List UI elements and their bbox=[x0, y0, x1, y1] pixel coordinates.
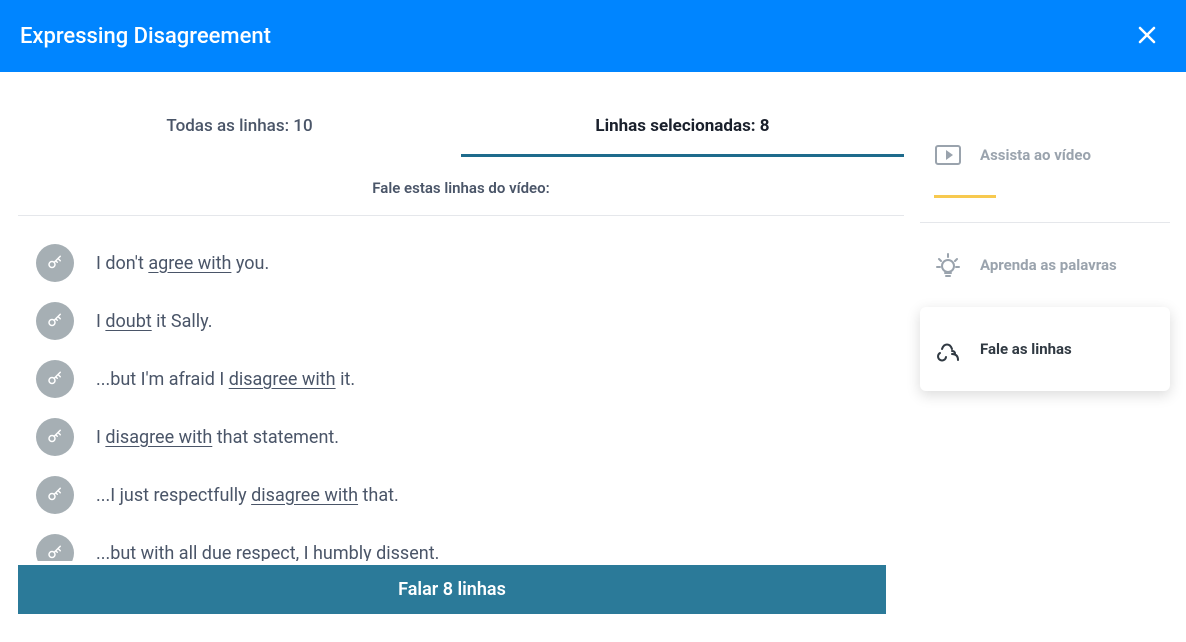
line-key-button[interactable] bbox=[36, 476, 74, 514]
sidebar-item-speak[interactable]: Fale as linhas bbox=[920, 307, 1170, 391]
tabs: Todas as linhas: 10 Linhas selecionadas:… bbox=[18, 102, 904, 157]
play-icon bbox=[934, 141, 962, 169]
close-icon bbox=[1138, 26, 1156, 44]
line-row: I doubt it Sally. bbox=[18, 292, 900, 350]
accent-underline bbox=[934, 195, 996, 198]
key-icon bbox=[46, 312, 64, 330]
speak-lines-button[interactable]: Falar 8 linhas bbox=[18, 565, 886, 614]
line-row: ...but I'm afraid I disagree with it. bbox=[18, 350, 900, 408]
tab-selected-lines[interactable]: Linhas selecionadas: 8 bbox=[461, 102, 904, 157]
sidebar: Assista ao vídeo Aprenda as palavras bbox=[904, 72, 1186, 642]
line-key-button[interactable] bbox=[36, 360, 74, 398]
modal-title: Expressing Disagreement bbox=[20, 24, 271, 49]
key-icon bbox=[46, 370, 64, 388]
line-text: I don't agree with you. bbox=[96, 253, 269, 274]
lines-list[interactable]: I don't agree with you. I doubt it Sally.… bbox=[18, 215, 904, 561]
line-key-button[interactable] bbox=[36, 418, 74, 456]
line-key-button[interactable] bbox=[36, 244, 74, 282]
sidebar-item-watch[interactable]: Assista ao vídeo bbox=[920, 112, 1170, 197]
key-icon bbox=[46, 428, 64, 446]
line-text: ...but I'm afraid I disagree with it. bbox=[96, 369, 355, 390]
sidebar-item-label: Assista ao vídeo bbox=[980, 146, 1091, 164]
lines-subtitle: Fale estas linhas do vídeo: bbox=[18, 157, 904, 215]
line-row: ...I just respectfully disagree with tha… bbox=[18, 466, 900, 524]
line-key-button[interactable] bbox=[36, 302, 74, 340]
sidebar-item-label: Aprenda as palavras bbox=[980, 256, 1117, 274]
line-text: I doubt it Sally. bbox=[96, 311, 212, 332]
line-row: I disagree with that statement. bbox=[18, 408, 900, 466]
sidebar-item-label: Fale as linhas bbox=[980, 340, 1072, 358]
key-icon bbox=[46, 544, 64, 561]
line-key-button[interactable] bbox=[36, 534, 74, 561]
speak-icon bbox=[934, 335, 962, 363]
line-text: ...but with all due respect, I humbly di… bbox=[96, 543, 439, 562]
sidebar-item-learn[interactable]: Aprenda as palavras bbox=[920, 222, 1170, 307]
line-row: ...but with all due respect, I humbly di… bbox=[18, 524, 900, 561]
modal-header: Expressing Disagreement bbox=[0, 0, 1186, 72]
line-text: I disagree with that statement. bbox=[96, 427, 339, 448]
line-row: I don't agree with you. bbox=[18, 234, 900, 292]
tab-all-lines[interactable]: Todas as linhas: 10 bbox=[18, 102, 461, 157]
close-button[interactable] bbox=[1128, 17, 1166, 55]
main-panel: Todas as linhas: 10 Linhas selecionadas:… bbox=[0, 72, 904, 642]
line-text: ...I just respectfully disagree with tha… bbox=[96, 485, 399, 506]
key-icon bbox=[46, 486, 64, 504]
key-icon bbox=[46, 254, 64, 272]
modal-body: Todas as linhas: 10 Linhas selecionadas:… bbox=[0, 72, 1186, 642]
lightbulb-icon bbox=[934, 251, 962, 279]
